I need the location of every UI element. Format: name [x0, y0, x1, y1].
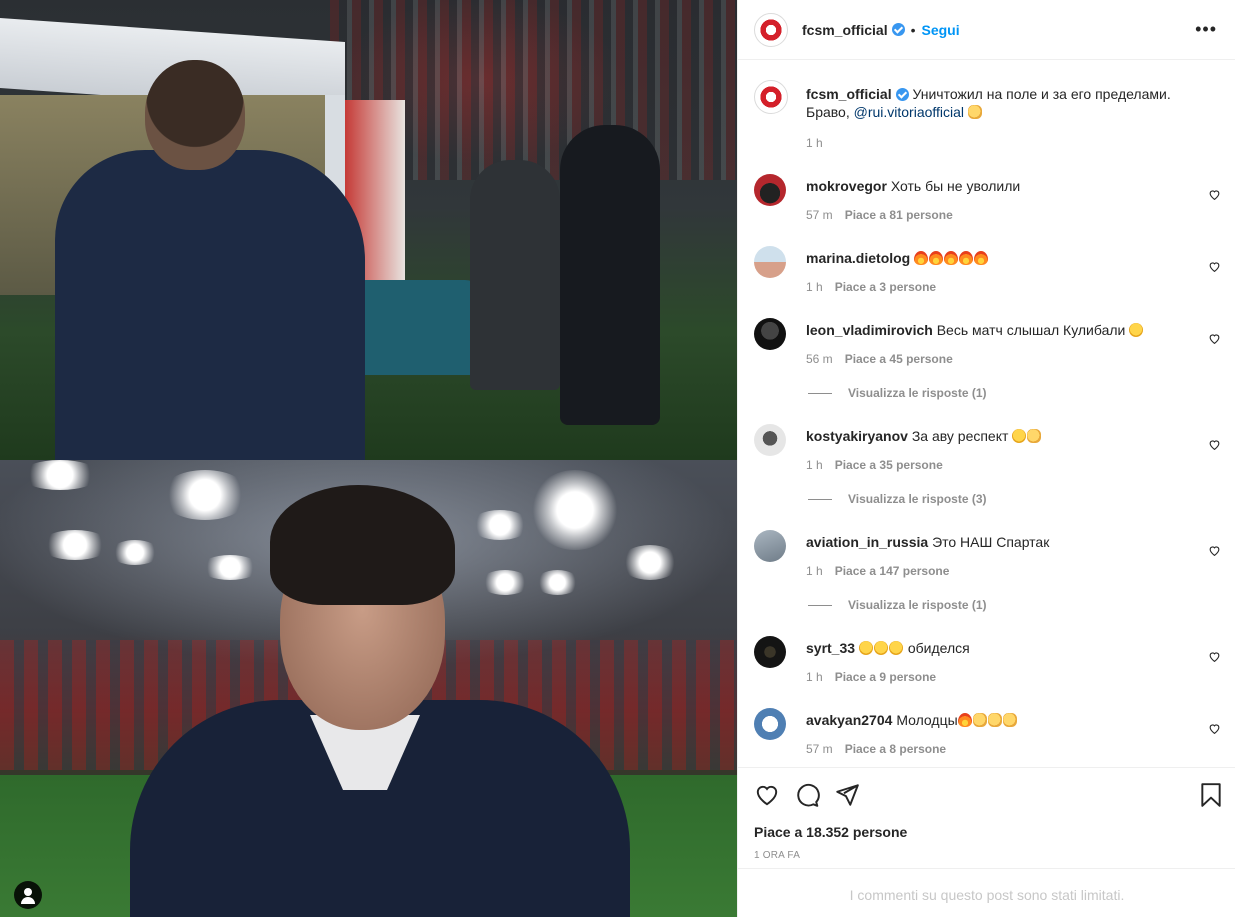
coach-back-figure	[55, 60, 375, 460]
comment-username[interactable]: syrt_33	[806, 640, 855, 656]
comment-username[interactable]: leon_vladimirovich	[806, 322, 933, 338]
club-logo-icon	[759, 85, 783, 109]
caption-username[interactable]: fcsm_official	[806, 86, 892, 102]
comment-time: 1 h	[806, 564, 823, 578]
post-header: fcsm_official • Segui •••	[738, 0, 1235, 60]
clap-emoji-icon	[987, 713, 1002, 727]
comment-username[interactable]: avakyan2704	[806, 712, 892, 728]
post-username[interactable]: fcsm_official	[802, 22, 888, 38]
clap-emoji-icon	[1027, 429, 1042, 443]
comment-avatar[interactable]	[754, 246, 786, 278]
comment-item: kostyakiryanov За аву респект 1 h Piace a…	[754, 424, 1224, 514]
comment-likes-link[interactable]: Piace a 3 persone	[835, 280, 936, 294]
view-replies-button[interactable]: Visualizza le risposte (1)	[808, 598, 987, 612]
club-logo-icon	[759, 17, 783, 42]
fire-emoji-icon	[974, 251, 989, 265]
laughing-emoji-icon	[1012, 429, 1027, 443]
comment-avatar[interactable]	[754, 424, 786, 456]
media-photo-bottom	[0, 460, 737, 917]
coach-front-figure	[130, 485, 630, 917]
comment-likes-link[interactable]: Piace a 147 persone	[835, 564, 950, 578]
comment-likes-link[interactable]: Piace a 45 persone	[845, 352, 953, 366]
comment-like-heart-icon[interactable]	[1208, 544, 1221, 557]
post-actions: Piace a 18.352 persone 1 ORA FA	[738, 767, 1235, 867]
account-avatar[interactable]	[754, 12, 788, 47]
share-icon[interactable]	[834, 782, 860, 808]
comment-item: mokrovegor Хоть бы не уволили 57 m Piace …	[754, 174, 1224, 234]
comment-like-heart-icon[interactable]	[1208, 332, 1221, 345]
more-options-icon[interactable]: •••	[1195, 20, 1217, 38]
header-separator: •	[910, 21, 916, 38]
comment-text: Весь матч слышал Кулибали	[936, 322, 1126, 338]
comment-item: aviation_in_russia Это НАШ Спартак 1 h Pi…	[754, 530, 1224, 620]
comment-item: syrt_33 обиделся 1 h Piace a 9 persone	[754, 636, 1224, 696]
post-likes-count[interactable]: Piace a 18.352 persone	[754, 824, 907, 840]
comment-avatar[interactable]	[754, 708, 786, 740]
comment-avatar[interactable]	[754, 530, 786, 562]
fire-emoji-icon	[959, 251, 974, 265]
media-photo-top	[0, 0, 737, 460]
laughing-emoji-icon	[1129, 323, 1144, 337]
view-replies-button[interactable]: Visualizza le risposte (1)	[808, 386, 987, 400]
fire-emoji-icon	[914, 251, 929, 265]
post-side-panel: fcsm_official • Segui ••• fcsm_official …	[737, 0, 1235, 917]
caption: fcsm_official Уничтожил на поле и за его…	[754, 80, 1224, 160]
clap-emoji-icon	[1002, 713, 1017, 727]
bookmark-icon[interactable]	[1198, 782, 1224, 808]
laughing-emoji-icon	[873, 641, 888, 655]
fire-emoji-icon	[944, 251, 959, 265]
view-replies-button[interactable]: Visualizza le risposte (3)	[808, 492, 987, 506]
user-tag-icon[interactable]	[14, 881, 42, 909]
comment-text: За аву респект	[911, 428, 1009, 444]
comment-like-heart-icon[interactable]	[1208, 260, 1221, 273]
fire-emoji-icon	[957, 713, 972, 727]
caption-time: 1 h	[806, 136, 823, 150]
verified-badge-icon	[895, 88, 909, 101]
laughing-emoji-icon	[858, 641, 873, 655]
comment-text: обиделся	[907, 640, 970, 656]
comment-like-heart-icon[interactable]	[1208, 188, 1221, 201]
comment-like-heart-icon[interactable]	[1208, 722, 1221, 735]
comment-avatar[interactable]	[754, 318, 786, 350]
comment-likes-link[interactable]: Piace a 8 persone	[845, 742, 946, 756]
comment-time: 1 h	[806, 280, 823, 294]
comment-text: Это НАШ Спартак	[932, 534, 1050, 550]
comment-time: 1 h	[806, 458, 823, 472]
clap-emoji-icon	[967, 105, 982, 119]
comment-like-heart-icon[interactable]	[1208, 438, 1221, 451]
post-media[interactable]	[0, 0, 737, 917]
comment-username[interactable]: aviation_in_russia	[806, 534, 928, 550]
comment-username[interactable]: marina.dietolog	[806, 250, 910, 266]
comment-like-heart-icon[interactable]	[1208, 650, 1221, 663]
comment-likes-link[interactable]: Piace a 35 persone	[835, 458, 943, 472]
comment-username[interactable]: kostyakiryanov	[806, 428, 908, 444]
comment-icon[interactable]	[794, 782, 820, 808]
comment-likes-link[interactable]: Piace a 9 persone	[835, 670, 936, 684]
comment-time: 1 h	[806, 670, 823, 684]
laughing-emoji-icon	[888, 641, 903, 655]
caption-mention-link[interactable]: @rui.vitoriaofficial	[854, 104, 964, 120]
comment-item: leon_vladimirovich Весь матч слышал Кули…	[754, 318, 1224, 408]
comment-time: 57 m	[806, 742, 833, 756]
follow-button[interactable]: Segui	[922, 22, 960, 38]
comment-avatar[interactable]	[754, 636, 786, 668]
heart-icon[interactable]	[754, 782, 780, 808]
caption-avatar[interactable]	[754, 80, 788, 114]
verified-badge-icon	[891, 23, 905, 36]
comment-text: Молодцы	[896, 712, 958, 728]
comments-list[interactable]: fcsm_official Уничтожил на поле и за его…	[738, 61, 1235, 767]
comments-limited-notice: I commenti su questo post sono stati lim…	[738, 868, 1235, 917]
comment-item: avakyan2704 Молодцы 57 m Piace a 8 person…	[754, 708, 1224, 767]
post-timestamp: 1 ORA FA	[754, 850, 801, 861]
comment-text: Хоть бы не уволили	[890, 178, 1021, 194]
comment-avatar[interactable]	[754, 174, 786, 206]
clap-emoji-icon	[972, 713, 987, 727]
comment-time: 57 m	[806, 208, 833, 222]
comment-item: marina.dietolog 1 h Piace a 3 persone	[754, 246, 1224, 306]
comment-username[interactable]: mokrovegor	[806, 178, 887, 194]
comment-likes-link[interactable]: Piace a 81 persone	[845, 208, 953, 222]
caption-text-block: fcsm_official Уничтожил на поле и за его…	[806, 85, 1186, 121]
fire-emoji-icon	[929, 251, 944, 265]
comment-time: 56 m	[806, 352, 833, 366]
